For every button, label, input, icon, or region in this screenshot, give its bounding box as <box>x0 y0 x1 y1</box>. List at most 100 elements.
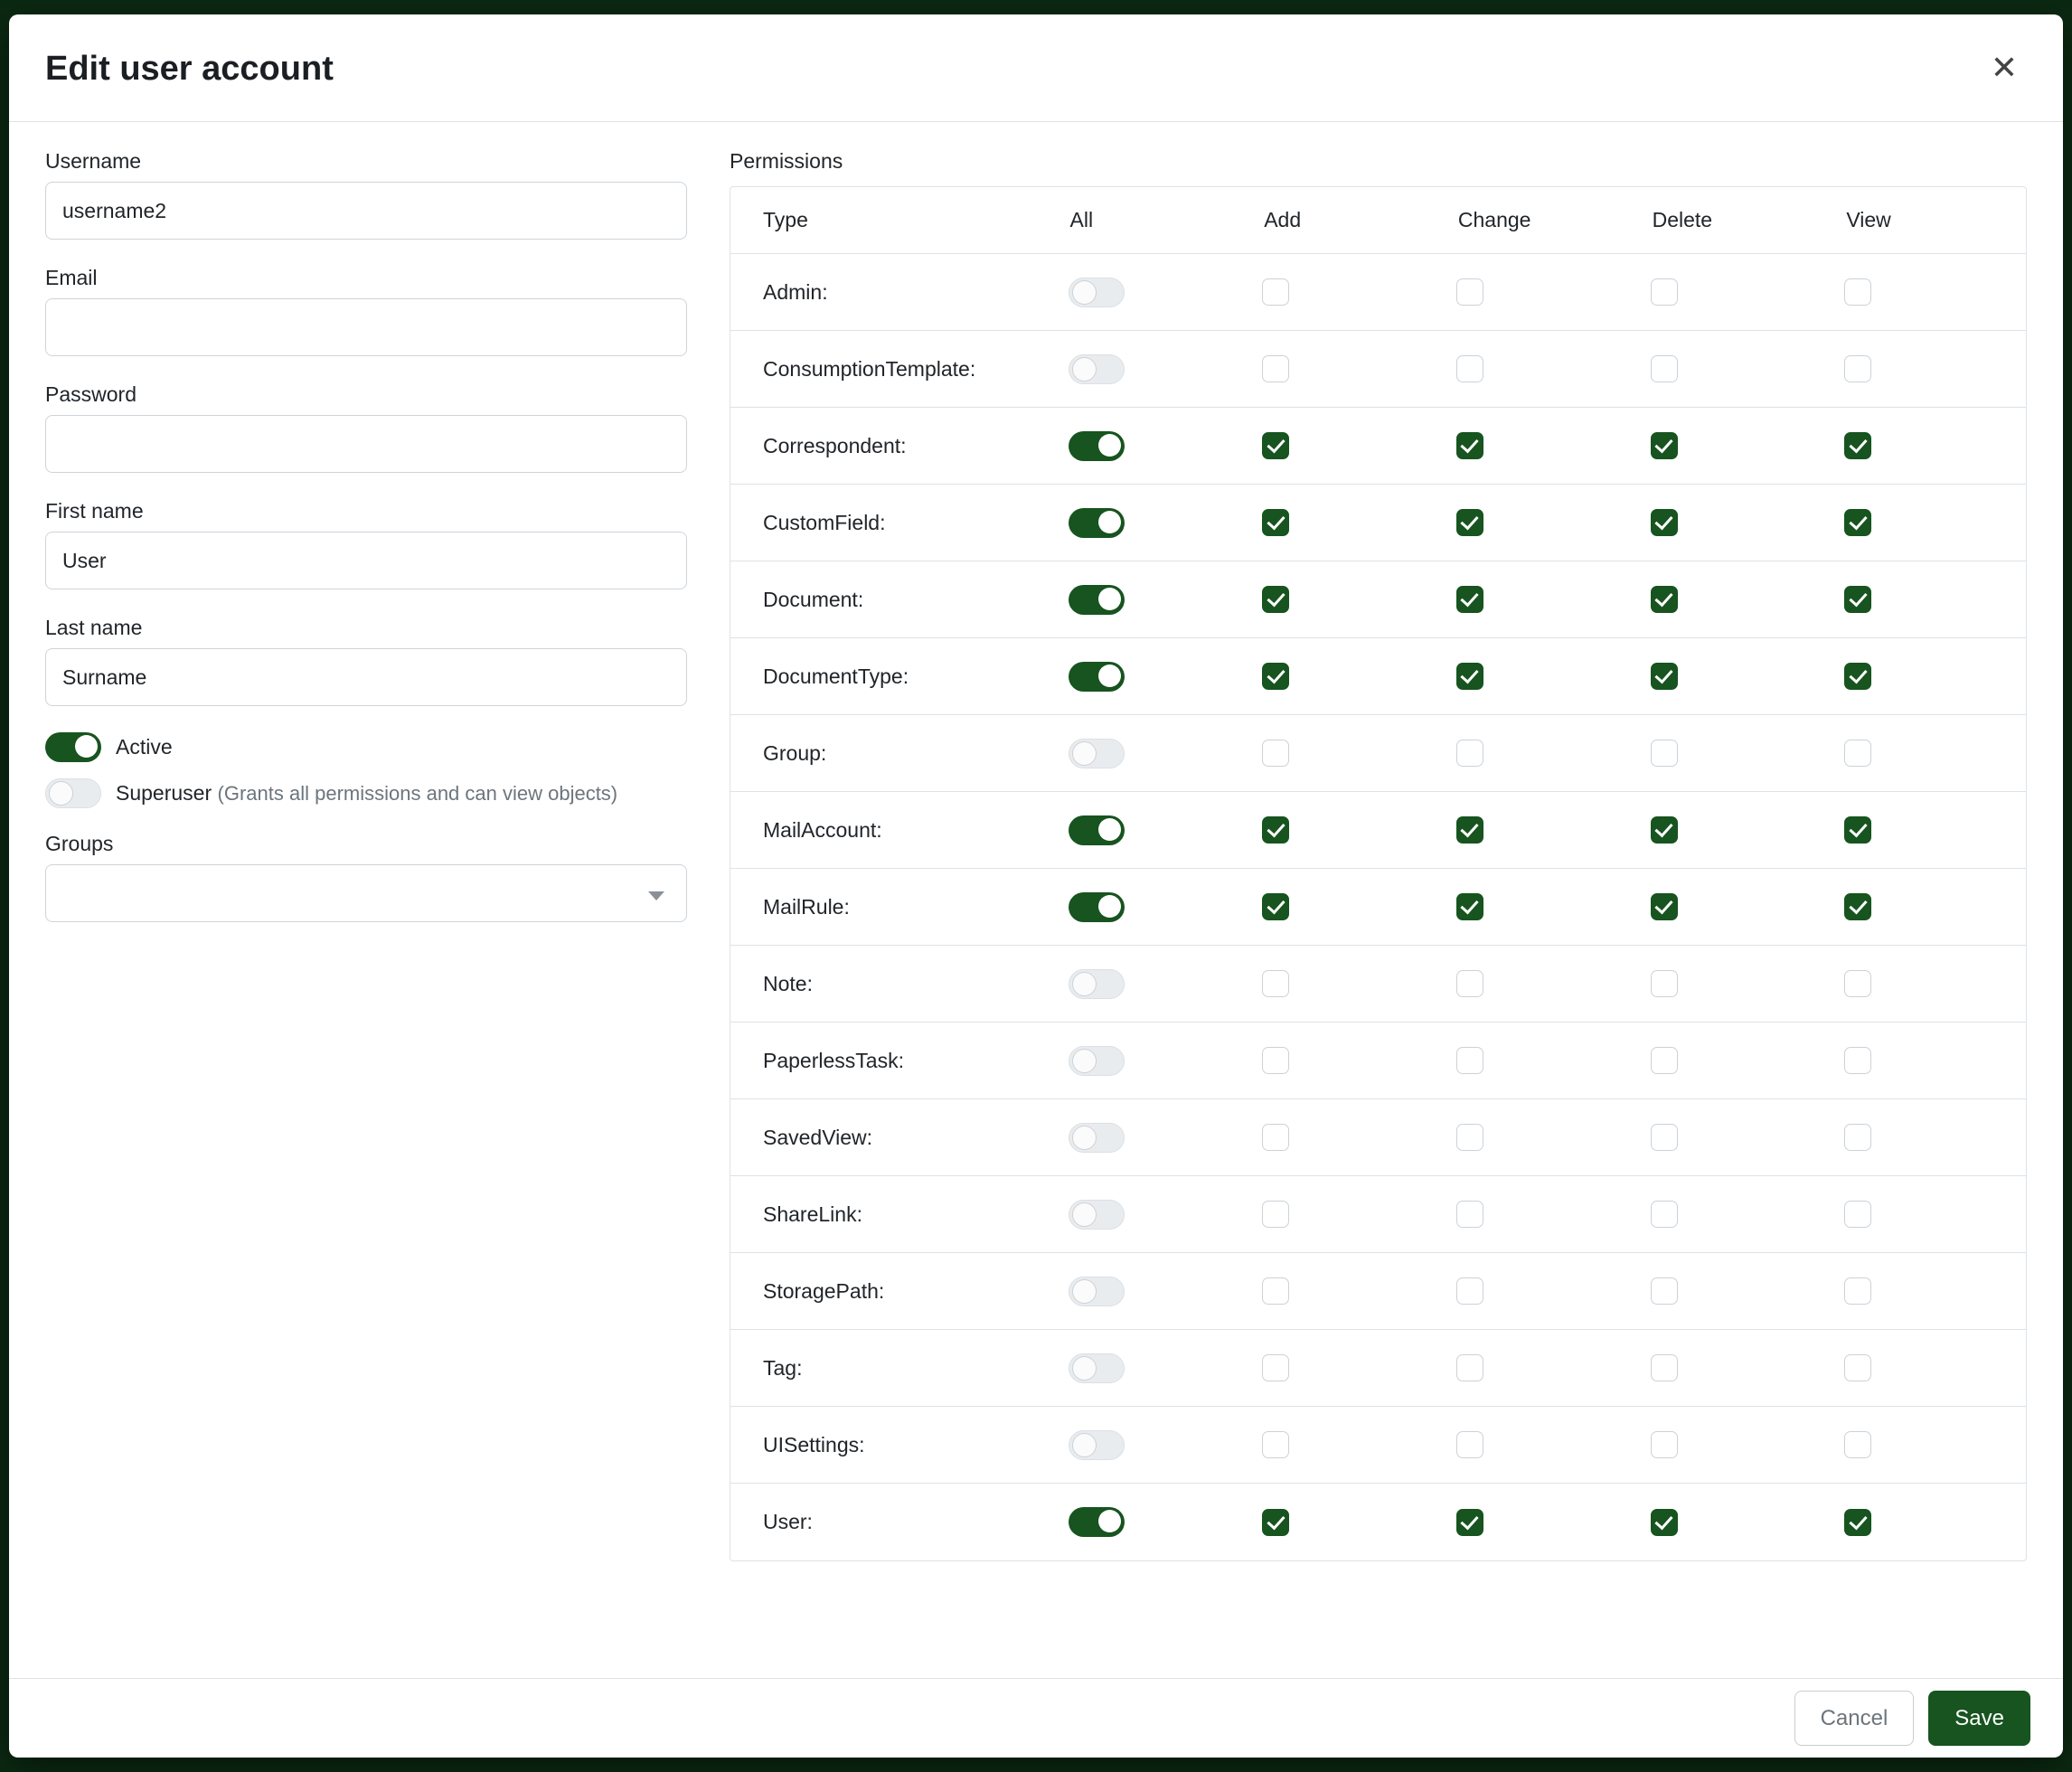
perm-all-toggle[interactable] <box>1069 278 1125 307</box>
perm-all-toggle[interactable] <box>1069 508 1125 538</box>
perm-all-toggle[interactable] <box>1069 815 1125 845</box>
perm-all-toggle[interactable] <box>1069 892 1125 922</box>
perm-delete-checkbox[interactable] <box>1651 970 1678 997</box>
perm-add-checkbox[interactable] <box>1262 893 1289 920</box>
perm-change-checkbox[interactable] <box>1456 1277 1483 1305</box>
perm-view-checkbox[interactable] <box>1844 1354 1871 1381</box>
perm-delete-checkbox[interactable] <box>1651 1201 1678 1228</box>
close-icon[interactable]: ✕ <box>1982 47 2027 90</box>
perm-change-checkbox[interactable] <box>1456 816 1483 844</box>
perm-add-checkbox[interactable] <box>1262 663 1289 690</box>
perm-view-checkbox[interactable] <box>1844 432 1871 459</box>
username-input[interactable] <box>45 182 687 240</box>
password-field-group: Password <box>45 382 687 473</box>
perm-add-checkbox[interactable] <box>1262 1277 1289 1305</box>
perm-all-toggle[interactable] <box>1069 431 1125 461</box>
password-field[interactable] <box>45 415 687 473</box>
perm-view-checkbox[interactable] <box>1844 278 1871 306</box>
perm-add-checkbox[interactable] <box>1262 1124 1289 1151</box>
perm-view-checkbox[interactable] <box>1844 1124 1871 1151</box>
perm-add-checkbox[interactable] <box>1262 278 1289 306</box>
perm-view-checkbox[interactable] <box>1844 1047 1871 1074</box>
first-name-field[interactable] <box>45 532 687 589</box>
perm-all-toggle[interactable] <box>1069 1123 1125 1153</box>
perm-delete-checkbox[interactable] <box>1651 663 1678 690</box>
perm-delete-checkbox[interactable] <box>1651 432 1678 459</box>
perm-change-checkbox[interactable] <box>1456 355 1483 382</box>
perm-delete-checkbox[interactable] <box>1651 1047 1678 1074</box>
perm-view-checkbox[interactable] <box>1844 586 1871 613</box>
perm-all-toggle[interactable] <box>1069 354 1125 384</box>
last-name-field[interactable] <box>45 648 687 706</box>
perm-add-checkbox[interactable] <box>1262 1509 1289 1536</box>
perm-view-checkbox[interactable] <box>1844 970 1871 997</box>
perm-delete-checkbox[interactable] <box>1651 1509 1678 1536</box>
perm-change-checkbox[interactable] <box>1456 509 1483 536</box>
perm-all-toggle[interactable] <box>1069 1507 1125 1537</box>
perm-delete-checkbox[interactable] <box>1651 1431 1678 1458</box>
perm-all-toggle[interactable] <box>1069 662 1125 692</box>
perm-change-checkbox[interactable] <box>1456 1201 1483 1228</box>
perm-delete-checkbox[interactable] <box>1651 816 1678 844</box>
perm-delete-checkbox[interactable] <box>1651 355 1678 382</box>
table-row: Tag: <box>730 1330 2026 1407</box>
perm-view-checkbox[interactable] <box>1844 1201 1871 1228</box>
perm-all-toggle[interactable] <box>1069 1277 1125 1306</box>
perm-change-checkbox[interactable] <box>1456 1509 1483 1536</box>
perm-view-checkbox[interactable] <box>1844 1431 1871 1458</box>
perm-delete-checkbox[interactable] <box>1651 1124 1678 1151</box>
perm-add-checkbox[interactable] <box>1262 1047 1289 1074</box>
perm-all-toggle[interactable] <box>1069 739 1125 768</box>
perm-delete-checkbox[interactable] <box>1651 586 1678 613</box>
perm-all-toggle[interactable] <box>1069 1046 1125 1076</box>
perm-view-checkbox[interactable] <box>1844 1277 1871 1305</box>
save-button[interactable]: Save <box>1928 1691 2030 1746</box>
perm-change-checkbox[interactable] <box>1456 586 1483 613</box>
email-field[interactable] <box>45 298 687 356</box>
perm-change-checkbox[interactable] <box>1456 970 1483 997</box>
perm-add-checkbox[interactable] <box>1262 509 1289 536</box>
perm-change-checkbox[interactable] <box>1456 1354 1483 1381</box>
perm-add-checkbox[interactable] <box>1262 970 1289 997</box>
perm-change-checkbox[interactable] <box>1456 1431 1483 1458</box>
perm-view-checkbox[interactable] <box>1844 509 1871 536</box>
perm-add-checkbox[interactable] <box>1262 1431 1289 1458</box>
perm-delete-checkbox[interactable] <box>1651 1354 1678 1381</box>
perm-change-checkbox[interactable] <box>1456 1047 1483 1074</box>
cancel-button[interactable]: Cancel <box>1794 1691 1915 1746</box>
perm-add-checkbox[interactable] <box>1262 355 1289 382</box>
perm-all-toggle[interactable] <box>1069 1353 1125 1383</box>
active-toggle[interactable] <box>45 732 101 762</box>
perm-view-checkbox[interactable] <box>1844 816 1871 844</box>
perm-all-toggle[interactable] <box>1069 1430 1125 1460</box>
perm-view-checkbox[interactable] <box>1844 740 1871 767</box>
perm-delete-checkbox[interactable] <box>1651 1277 1678 1305</box>
perm-add-checkbox[interactable] <box>1262 586 1289 613</box>
superuser-toggle[interactable] <box>45 778 101 808</box>
perm-type-label: ShareLink: <box>763 1202 862 1227</box>
perm-view-checkbox[interactable] <box>1844 355 1871 382</box>
perm-change-checkbox[interactable] <box>1456 1124 1483 1151</box>
perm-view-checkbox[interactable] <box>1844 893 1871 920</box>
perm-change-checkbox[interactable] <box>1456 278 1483 306</box>
perm-view-checkbox[interactable] <box>1844 663 1871 690</box>
perm-all-toggle[interactable] <box>1069 585 1125 615</box>
perm-all-toggle[interactable] <box>1069 969 1125 999</box>
perm-view-checkbox[interactable] <box>1844 1509 1871 1536</box>
perm-delete-checkbox[interactable] <box>1651 509 1678 536</box>
superuser-hint: (Grants all permissions and can view obj… <box>218 782 618 805</box>
perm-delete-checkbox[interactable] <box>1651 740 1678 767</box>
perm-all-toggle[interactable] <box>1069 1200 1125 1230</box>
perm-change-checkbox[interactable] <box>1456 663 1483 690</box>
groups-select[interactable] <box>45 864 687 922</box>
perm-change-checkbox[interactable] <box>1456 893 1483 920</box>
perm-delete-checkbox[interactable] <box>1651 278 1678 306</box>
perm-add-checkbox[interactable] <box>1262 1354 1289 1381</box>
perm-add-checkbox[interactable] <box>1262 432 1289 459</box>
perm-add-checkbox[interactable] <box>1262 816 1289 844</box>
perm-add-checkbox[interactable] <box>1262 1201 1289 1228</box>
perm-change-checkbox[interactable] <box>1456 432 1483 459</box>
perm-change-checkbox[interactable] <box>1456 740 1483 767</box>
perm-add-checkbox[interactable] <box>1262 740 1289 767</box>
perm-delete-checkbox[interactable] <box>1651 893 1678 920</box>
